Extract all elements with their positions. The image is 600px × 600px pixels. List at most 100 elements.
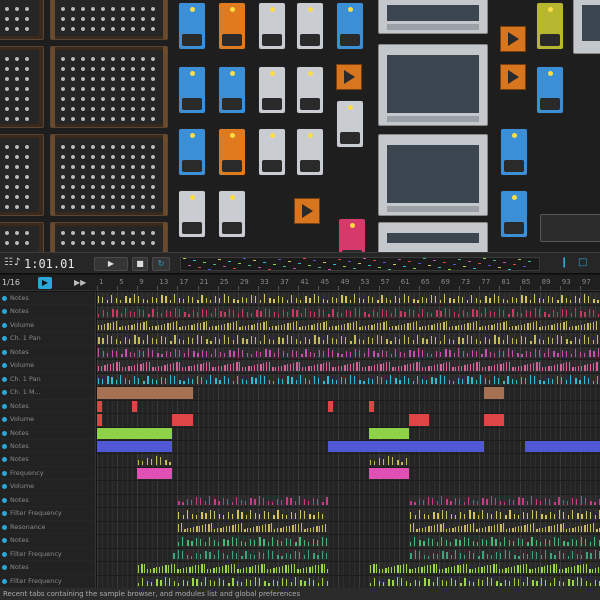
knob[interactable]	[24, 66, 30, 72]
clip[interactable]	[137, 467, 173, 480]
knob[interactable]	[24, 174, 30, 180]
knob[interactable]	[150, 164, 156, 170]
stop-button[interactable]: ■	[132, 257, 148, 271]
knob[interactable]	[70, 16, 76, 22]
panel-icon[interactable]: ❙	[560, 256, 568, 270]
clip[interactable]	[408, 414, 429, 426]
clip[interactable]	[97, 347, 600, 358]
footswitch[interactable]	[540, 34, 560, 46]
knob[interactable]	[60, 240, 66, 246]
knob[interactable]	[80, 184, 86, 190]
track-enable-dot[interactable]	[2, 309, 7, 315]
track-enable-dot[interactable]	[2, 390, 7, 396]
effect-pedal[interactable]	[178, 66, 206, 114]
knob[interactable]	[130, 230, 136, 236]
clip[interactable]	[137, 454, 172, 465]
track-enable-dot[interactable]	[2, 417, 7, 423]
track-header[interactable]: Notes	[0, 440, 95, 454]
knob[interactable]	[130, 174, 136, 180]
knob[interactable]	[120, 116, 126, 122]
effect-pedal[interactable]	[178, 2, 206, 50]
knob[interactable]	[120, 240, 126, 246]
knob[interactable]	[140, 16, 146, 22]
knob[interactable]	[80, 6, 86, 12]
knob[interactable]	[60, 26, 66, 32]
track-header[interactable]: Notes	[0, 305, 95, 319]
knob[interactable]	[130, 116, 136, 122]
clip[interactable]	[524, 441, 600, 453]
knob[interactable]	[110, 154, 116, 160]
effect-pedal[interactable]	[258, 2, 286, 50]
knob[interactable]	[150, 174, 156, 180]
knob[interactable]	[14, 194, 20, 200]
amp-module[interactable]	[378, 44, 488, 126]
knob[interactable]	[90, 154, 96, 160]
knob[interactable]	[150, 56, 156, 62]
sequencer-module[interactable]	[336, 64, 362, 90]
knob[interactable]	[110, 230, 116, 236]
knob[interactable]	[140, 154, 146, 160]
footswitch[interactable]	[222, 222, 242, 234]
menu-icon[interactable]: ☷	[4, 256, 13, 270]
knob[interactable]	[140, 174, 146, 180]
track-enable-dot[interactable]	[2, 363, 7, 369]
knob[interactable]	[110, 56, 116, 62]
knob[interactable]	[14, 174, 20, 180]
knob[interactable]	[150, 144, 156, 150]
amp-module[interactable]	[378, 134, 488, 216]
knob[interactable]	[110, 164, 116, 170]
knob[interactable]	[90, 204, 96, 210]
knob[interactable]	[80, 16, 86, 22]
knob[interactable]	[120, 86, 126, 92]
knob[interactable]	[110, 174, 116, 180]
track-header[interactable]: Notes	[0, 561, 95, 575]
effect-pedal[interactable]	[500, 128, 528, 176]
knob[interactable]	[130, 96, 136, 102]
knob[interactable]	[120, 106, 126, 112]
knob[interactable]	[80, 194, 86, 200]
knob[interactable]	[24, 116, 30, 122]
knob[interactable]	[120, 56, 126, 62]
footswitch[interactable]	[262, 160, 282, 172]
knob[interactable]	[14, 66, 20, 72]
knob[interactable]	[90, 76, 96, 82]
knob[interactable]	[100, 106, 106, 112]
knob[interactable]	[140, 56, 146, 62]
track-header[interactable]: Volume	[0, 318, 95, 333]
knob[interactable]	[150, 96, 156, 102]
track-header[interactable]: Resonance	[0, 520, 95, 535]
clip[interactable]	[328, 441, 485, 453]
footswitch[interactable]	[340, 132, 360, 144]
track-header[interactable]: Volume	[0, 413, 95, 427]
knob[interactable]	[120, 16, 126, 22]
knob[interactable]	[90, 26, 96, 32]
knob[interactable]	[14, 154, 20, 160]
effect-pedal[interactable]	[500, 190, 528, 238]
knob[interactable]	[24, 96, 30, 102]
knob[interactable]	[90, 96, 96, 102]
knob[interactable]	[110, 184, 116, 190]
track-enable-dot[interactable]	[2, 322, 7, 328]
knob[interactable]	[14, 184, 20, 190]
knob[interactable]	[80, 116, 86, 122]
knob[interactable]	[4, 96, 10, 102]
knob[interactable]	[24, 204, 30, 210]
knob[interactable]	[140, 184, 146, 190]
knob[interactable]	[130, 66, 136, 72]
footswitch[interactable]	[182, 34, 202, 46]
knob[interactable]	[80, 26, 86, 32]
track-header[interactable]: Ch. 1 Pan	[0, 332, 95, 346]
track-header[interactable]: Frequency	[0, 466, 95, 481]
knob[interactable]	[80, 56, 86, 62]
knob[interactable]	[70, 76, 76, 82]
track-header[interactable]: Notes	[0, 453, 95, 467]
effect-pedal[interactable]	[536, 66, 564, 114]
footswitch[interactable]	[182, 98, 202, 110]
knob[interactable]	[70, 86, 76, 92]
effect-pedal[interactable]	[296, 66, 324, 114]
amp-module[interactable]	[378, 0, 488, 34]
knob[interactable]	[150, 204, 156, 210]
knob[interactable]	[24, 230, 30, 236]
knob[interactable]	[90, 56, 96, 62]
footswitch[interactable]	[340, 34, 360, 46]
